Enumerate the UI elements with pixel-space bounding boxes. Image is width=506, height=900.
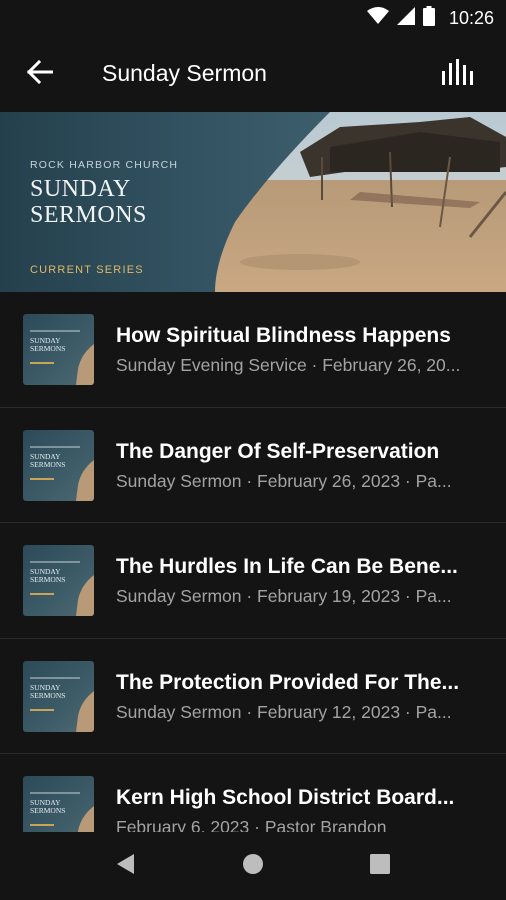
sermon-thumbnail: SUNDAY SERMONS bbox=[23, 545, 94, 616]
triangle-back-icon bbox=[116, 853, 136, 880]
sermon-thumbnail: SUNDAY SERMONS bbox=[23, 429, 94, 501]
status-bar: 10:26 bbox=[0, 0, 506, 36]
list-item[interactable]: SUNDAY SERMONS The Danger Of Self-Preser… bbox=[0, 408, 506, 523]
battery-icon bbox=[422, 5, 435, 31]
sermon-subtitle: Sunday Sermon · February 12, 2023 · Pa..… bbox=[116, 701, 452, 722]
sermon-subtitle: Sunday Sermon · February 26, 2023 · Pa..… bbox=[116, 470, 452, 491]
sermon-thumbnail: SUNDAY SERMONS bbox=[23, 776, 94, 832]
wifi-icon bbox=[366, 6, 389, 30]
nav-recents-button[interactable] bbox=[358, 844, 402, 888]
app-bar: Sunday Sermon bbox=[0, 36, 506, 112]
list-item[interactable]: SUNDAY SERMONS The Protection Provided F… bbox=[0, 639, 506, 754]
sermon-subtitle: Sunday Sermon · February 19, 2023 · Pa..… bbox=[116, 586, 452, 606]
equalizer-button[interactable] bbox=[438, 56, 478, 92]
nav-back-button[interactable] bbox=[104, 844, 148, 888]
nav-home-button[interactable] bbox=[231, 844, 275, 888]
sermon-thumbnail: SUNDAY SERMONS bbox=[23, 660, 94, 732]
series-title: SUNDAY SERMONS bbox=[30, 176, 147, 228]
signal-icon bbox=[396, 6, 415, 30]
sermon-title: How Spiritual Blindness Happens bbox=[116, 324, 451, 347]
list-item[interactable]: SUNDAY SERMONS Kern High School District… bbox=[0, 754, 506, 832]
status-icons: 10:26 bbox=[366, 5, 494, 31]
arrow-back-icon bbox=[26, 59, 54, 89]
sermon-title: The Hurdles In Life Can Be Bene... bbox=[116, 555, 458, 578]
series-banner[interactable]: ROCK HARBOR CHURCH SUNDAY SERMONS CURREN… bbox=[0, 112, 506, 292]
sermon-thumbnail: SUNDAY SERMONS bbox=[23, 314, 94, 385]
back-button[interactable] bbox=[20, 56, 60, 92]
system-nav-bar bbox=[0, 832, 506, 900]
sermon-title: The Protection Provided For The... bbox=[116, 670, 460, 694]
sermon-list: SUNDAY SERMONS How Spiritual Blindness H… bbox=[0, 292, 506, 832]
circle-home-icon bbox=[242, 853, 264, 880]
square-recents-icon bbox=[370, 853, 390, 879]
status-time: 10:26 bbox=[448, 7, 494, 28]
list-item[interactable]: SUNDAY SERMONS The Hurdles In Life Can B… bbox=[0, 523, 506, 639]
sermon-subtitle: Sunday Evening Service · February 26, 20… bbox=[116, 355, 461, 375]
equalizer-icon bbox=[442, 58, 474, 90]
sermon-title: Kern High School District Board... bbox=[116, 786, 455, 809]
sermon-subtitle: February 6, 2023 · Pastor Brandon bbox=[116, 817, 387, 832]
sermon-title: The Danger Of Self-Preservation bbox=[116, 439, 440, 463]
list-item[interactable]: SUNDAY SERMONS How Spiritual Blindness H… bbox=[0, 292, 506, 408]
current-series-label: CURRENT SERIES bbox=[30, 264, 144, 276]
page-title: Sunday Sermon bbox=[102, 60, 267, 86]
church-name: ROCK HARBOR CHURCH bbox=[30, 159, 179, 171]
